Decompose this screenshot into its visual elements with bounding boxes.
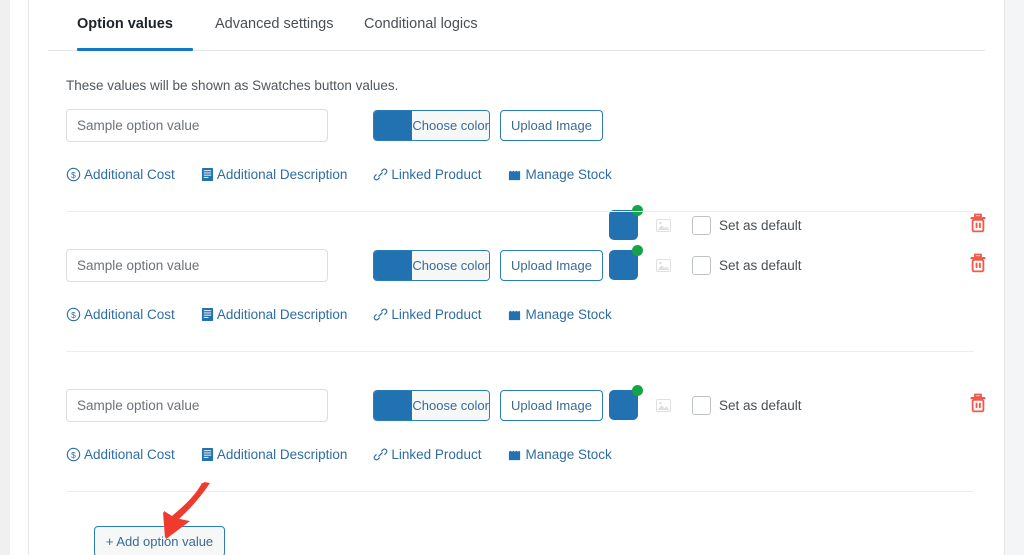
row-separator: [66, 491, 974, 492]
choose-color-label: Choose color: [412, 251, 489, 280]
svg-text:$: $: [71, 449, 76, 459]
tab-conditional-logics[interactable]: Conditional logics: [364, 16, 478, 48]
option-value-row: Choose color Upload Image Set as default: [29, 100, 1004, 240]
swatch-preview-tile[interactable]: [609, 205, 643, 240]
tab-active-indicator: [77, 48, 193, 51]
document-lines-icon: [201, 447, 214, 462]
additional-cost-label: Additional Cost: [84, 306, 175, 322]
dollar-circle-icon: $: [66, 167, 81, 182]
shop-awning-icon: [507, 447, 522, 462]
tab-option-values[interactable]: Option values: [77, 16, 173, 48]
delete-option-value-button[interactable]: [967, 251, 989, 275]
tab-bar: Option values Advanced settings Conditio…: [29, 0, 1004, 52]
document-lines-icon: [201, 307, 214, 322]
manage-stock-label: Manage Stock: [525, 446, 612, 462]
option-value-row: Choose color Upload Image Set as default: [29, 380, 1004, 520]
option-value-input[interactable]: [66, 389, 328, 422]
choose-color-button[interactable]: Choose color: [373, 110, 490, 141]
svg-text:$: $: [71, 309, 76, 319]
color-swatch-preview: [374, 251, 413, 280]
swatch-status-badge: [632, 245, 643, 256]
upload-image-button[interactable]: Upload Image: [500, 390, 603, 421]
upload-image-button[interactable]: Upload Image: [500, 110, 603, 141]
color-swatch-preview: [374, 111, 413, 140]
set-as-default-checkbox[interactable]: [692, 216, 711, 235]
choose-color-label: Choose color: [412, 111, 489, 140]
linked-product-label: Linked Product: [391, 166, 482, 182]
additional-cost-link[interactable]: $ Additional Cost: [66, 167, 175, 182]
linked-product-label: Linked Product: [391, 446, 482, 462]
left-gutter: [0, 0, 10, 555]
delete-option-value-button[interactable]: [967, 211, 989, 235]
additional-description-link[interactable]: Additional Description: [201, 306, 348, 322]
tab-advanced-settings[interactable]: Advanced settings: [215, 16, 334, 48]
shop-awning-icon: [507, 307, 522, 322]
dollar-circle-icon: $: [66, 307, 81, 322]
swatch-preview-tile[interactable]: [609, 385, 643, 420]
set-as-default-label: Set as default: [719, 398, 802, 413]
swatch-status-badge: [632, 385, 643, 396]
row-action-links: $ Additional Cost Additional Description…: [66, 444, 638, 464]
row-action-links: $ Additional Cost Additional Description…: [66, 164, 638, 184]
linked-product-link[interactable]: Linked Product: [373, 307, 481, 322]
additional-description-link[interactable]: Additional Description: [201, 446, 348, 462]
row-separator: [66, 351, 974, 352]
document-lines-icon: [201, 167, 214, 182]
additional-cost-link[interactable]: $ Additional Cost: [66, 307, 175, 322]
set-as-default-checkbox[interactable]: [692, 256, 711, 275]
option-value-input[interactable]: [66, 109, 328, 142]
set-as-default-label: Set as default: [719, 258, 802, 273]
right-gutter: [1004, 0, 1024, 555]
linked-product-label: Linked Product: [391, 306, 482, 322]
chain-link-icon: [373, 167, 388, 182]
manage-stock-link[interactable]: Manage Stock: [507, 166, 612, 182]
additional-cost-label: Additional Cost: [84, 166, 175, 182]
left-rule: [10, 0, 29, 555]
additional-cost-link[interactable]: $ Additional Cost: [66, 447, 175, 462]
image-placeholder-icon: [656, 219, 671, 232]
choose-color-label: Choose color: [412, 391, 489, 420]
delete-option-value-button[interactable]: [967, 391, 989, 415]
set-as-default-checkbox[interactable]: [692, 396, 711, 415]
color-swatch-preview: [374, 391, 413, 420]
upload-image-button[interactable]: Upload Image: [500, 250, 603, 281]
choose-color-button[interactable]: Choose color: [373, 390, 490, 421]
additional-description-link[interactable]: Additional Description: [201, 166, 348, 182]
helper-text: These values will be shown as Swatches b…: [66, 78, 399, 93]
additional-description-label: Additional Description: [216, 446, 348, 462]
row-separator: [66, 211, 974, 212]
image-placeholder-icon: [656, 259, 671, 272]
dollar-circle-icon: $: [66, 447, 81, 462]
linked-product-link[interactable]: Linked Product: [373, 447, 481, 462]
manage-stock-label: Manage Stock: [525, 166, 612, 182]
row-action-links: $ Additional Cost Additional Description…: [66, 304, 638, 324]
add-option-value-button[interactable]: + Add option value: [94, 526, 225, 555]
additional-description-label: Additional Description: [216, 306, 348, 322]
linked-product-link[interactable]: Linked Product: [373, 167, 481, 182]
set-as-default-label: Set as default: [719, 218, 802, 233]
option-value-row: Choose color Upload Image Set as default: [29, 240, 1004, 380]
additional-description-label: Additional Description: [216, 166, 348, 182]
chain-link-icon: [373, 307, 388, 322]
swatch-preview-tile[interactable]: [609, 245, 643, 280]
option-values-card: Option values Advanced settings Conditio…: [29, 0, 1004, 555]
choose-color-button[interactable]: Choose color: [373, 250, 490, 281]
additional-cost-label: Additional Cost: [84, 446, 175, 462]
manage-stock-label: Manage Stock: [525, 306, 612, 322]
manage-stock-link[interactable]: Manage Stock: [507, 446, 612, 462]
chain-link-icon: [373, 447, 388, 462]
manage-stock-link[interactable]: Manage Stock: [507, 306, 612, 322]
shop-awning-icon: [507, 167, 522, 182]
option-value-input[interactable]: [66, 249, 328, 282]
image-placeholder-icon: [656, 399, 671, 412]
svg-text:$: $: [71, 169, 76, 179]
screen-root: Option values Advanced settings Conditio…: [0, 0, 1024, 555]
